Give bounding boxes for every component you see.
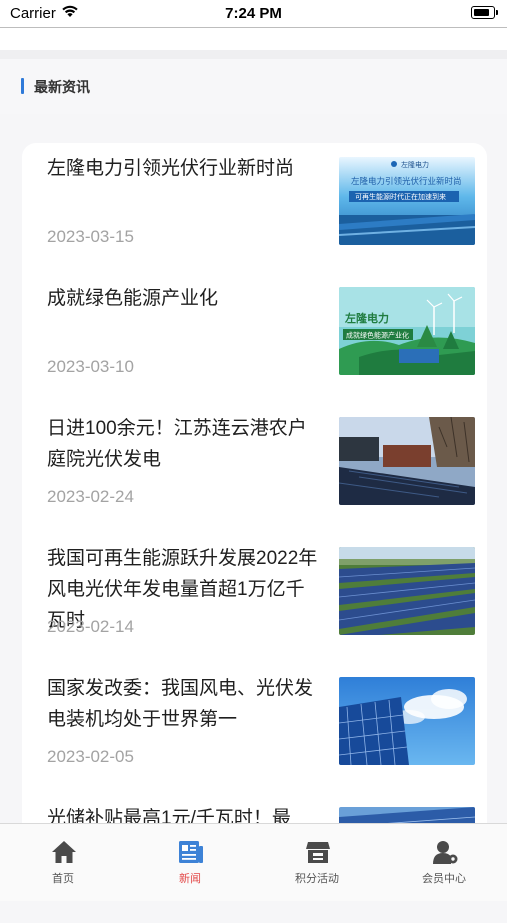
news-title: 成就绿色能源产业化 (47, 288, 219, 309)
clock: 7:24 PM (225, 5, 282, 22)
header-spacer (0, 28, 507, 50)
tab-label: 会员中心 (422, 873, 466, 885)
thumb-text: 成就绿色能源产业化 (346, 331, 409, 340)
tab-label: 首页 (52, 873, 74, 885)
news-date: 2023-02-14 (47, 617, 134, 636)
thumb-text: 左隆电力引领光伏行业新时尚 (351, 176, 462, 187)
news-list: 左隆电力引领光伏行业新时尚 2023-03-15 左隆电力 左隆电力引领光伏行业… (22, 143, 487, 895)
battery-icon (471, 6, 498, 19)
news-item[interactable]: 成就绿色能源产业化 2023-03-10 左隆电力 成就绿色能源产业化 (22, 273, 487, 403)
news-thumbnail: 左隆电力 成就绿色能源产业化 (339, 287, 475, 375)
home-icon (52, 841, 76, 863)
tab-label: 积分活动 (295, 873, 339, 885)
tab-label: 新闻 (179, 873, 201, 885)
member-icon (433, 841, 458, 864)
news-thumbnail (339, 677, 475, 765)
news-title: 国家发改委：我国风电、光伏发电装机均处于世界第一 (47, 678, 314, 730)
news-date: 2023-03-10 (47, 357, 134, 376)
tab-bar: 首页 新闻 积分活动 会员中心 (0, 823, 507, 901)
news-title: 左隆电力引领光伏行业新时尚 (47, 158, 295, 179)
news-thumbnail (339, 547, 475, 635)
news-date: 2023-02-05 (47, 747, 134, 766)
tab-home[interactable]: 首页 (0, 824, 126, 901)
section-accent-bar (21, 78, 24, 94)
news-date: 2023-02-24 (47, 487, 134, 506)
store-icon (306, 842, 330, 863)
thumb-text: 左隆电力 (344, 311, 389, 325)
thumb-text: 可再生能源时代正在加速到来 (355, 192, 446, 201)
news-date: 2023-03-15 (47, 227, 134, 246)
news-item[interactable]: 国家发改委：我国风电、光伏发电装机均处于世界第一 2023-02-05 (22, 663, 487, 793)
news-thumbnail (339, 417, 475, 505)
news-item[interactable]: 我国可再生能源跃升发展2022年风电光伏年发电量首超1万亿千瓦时 2023-02… (22, 533, 487, 663)
thumb-text: 左隆电力 (401, 160, 429, 169)
tab-points[interactable]: 积分活动 (254, 824, 380, 901)
news-item[interactable]: 左隆电力引领光伏行业新时尚 2023-03-15 左隆电力 左隆电力引领光伏行业… (22, 143, 487, 273)
section-title: 最新资讯 (34, 79, 90, 95)
news-thumbnail: 左隆电力 左隆电力引领光伏行业新时尚 可再生能源时代正在加速到来 (339, 157, 475, 245)
divider-band (0, 50, 507, 59)
status-bar: Carrier 7:24 PM (0, 0, 507, 28)
tab-member[interactable]: 会员中心 (381, 824, 507, 901)
news-title: 日进100余元！江苏连云港农户庭院光伏发电 (47, 418, 307, 470)
news-item[interactable]: 日进100余元！江苏连云港农户庭院光伏发电 2023-02-24 (22, 403, 487, 533)
news-icon (179, 841, 203, 863)
tab-news[interactable]: 新闻 (127, 824, 253, 901)
